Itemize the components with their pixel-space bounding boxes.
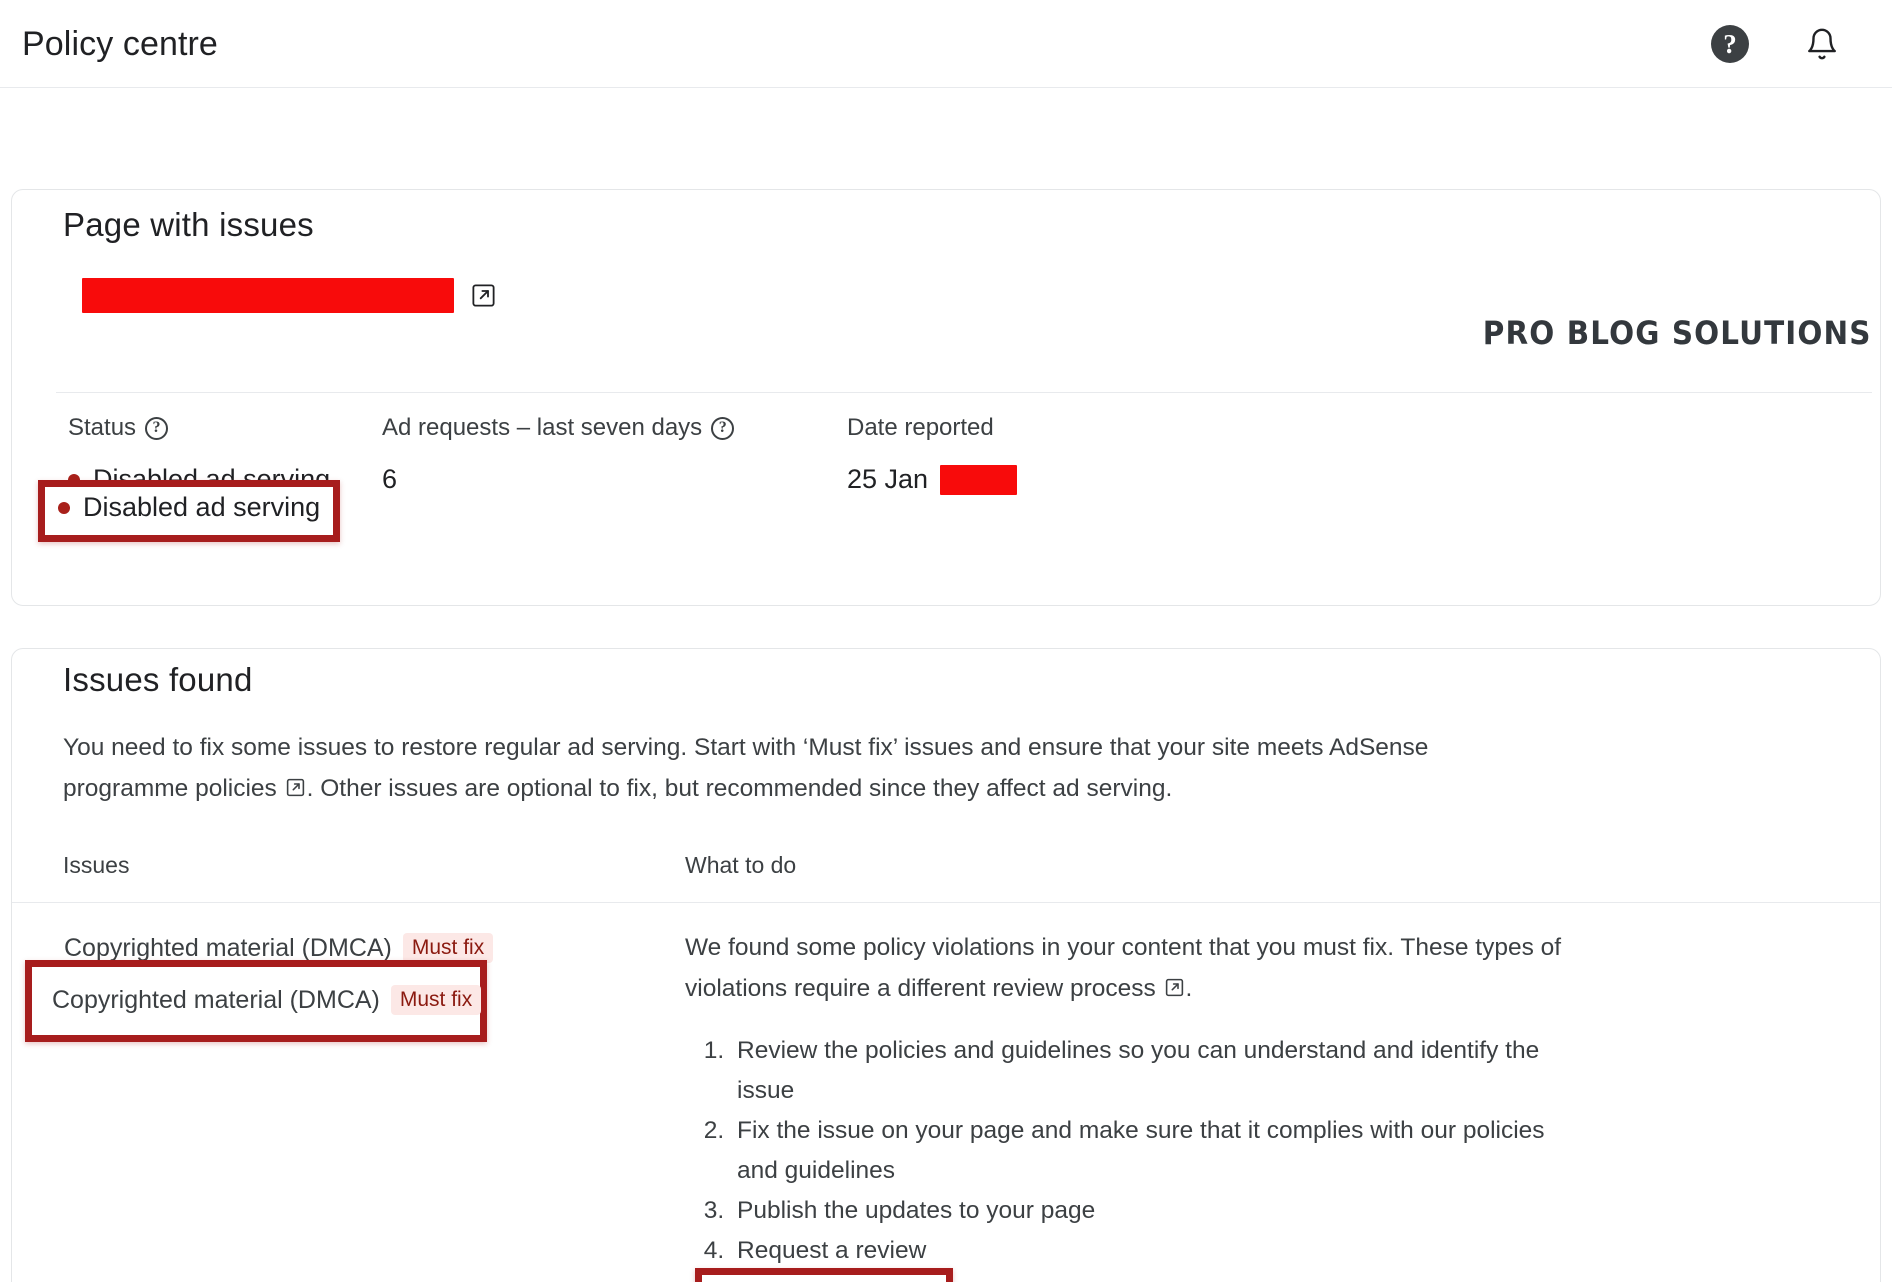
stat-status-label: Status ? xyxy=(68,414,330,442)
page-with-issues-title: Page with issues xyxy=(63,206,314,243)
stat-date-reported-label: Date reported xyxy=(847,414,1017,442)
watermark-text: PRO BLOG SOLUTIONS xyxy=(1483,314,1872,352)
appbar-divider xyxy=(0,87,1892,88)
issue-name-text: Copyrighted material (DMCA) xyxy=(64,933,392,962)
annotation-status-label: Disabled ad serving xyxy=(83,492,321,522)
help-button[interactable]: ? xyxy=(1708,22,1752,66)
what-to-do-cell: We found some policy violations in your … xyxy=(685,827,1685,1271)
page-url-row xyxy=(82,278,497,313)
issues-intro-paragraph: You need to fix some issues to restore r… xyxy=(63,727,1543,809)
step-item: Publish the updates to your page xyxy=(731,1191,1561,1231)
annotation-status-text: Disabled ad serving xyxy=(58,492,320,523)
help-icon-status[interactable]: ? xyxy=(145,416,169,440)
annotation-status-dot xyxy=(58,501,70,514)
redacted-year xyxy=(940,464,1018,495)
page-with-issues-card: Page with issues PRO BLOG SOLUTIONS Stat… xyxy=(11,189,1881,606)
step-item: Review the policies and guidelines so yo… xyxy=(731,1031,1561,1111)
issues-intro-text-2: . Other issues are optional to fix, but … xyxy=(306,775,1173,802)
step-item: Request a review xyxy=(731,1231,1561,1271)
appbar-actions: ? xyxy=(1708,22,1854,66)
stat-ad-requests: Ad requests – last seven days ? 6 xyxy=(382,414,735,495)
stat-date-reported: Date reported 25 Jan xyxy=(847,414,1018,495)
redacted-url xyxy=(82,278,454,313)
stat-date-reported-value-text: 25 Jan xyxy=(847,464,929,494)
must-fix-badge: Must fix xyxy=(402,933,494,963)
column-header-issues: Issues xyxy=(63,852,130,878)
issues-found-title: Issues found xyxy=(63,661,253,698)
app-bar: Policy centre ? xyxy=(0,0,1892,88)
annotation-must-fix-badge: Must fix xyxy=(390,985,482,1015)
external-link-icon-review-process[interactable] xyxy=(1164,977,1185,998)
external-link-icon-policies[interactable] xyxy=(285,777,306,798)
what-to-do-text-1: We found some policy violations in your … xyxy=(685,934,1562,1002)
stat-date-reported-label-text: Date reported xyxy=(847,414,994,441)
policy-centre-page: Policy centre ? Page with issues PRO BLO… xyxy=(0,0,1892,1282)
help-icon-ad-requests[interactable]: ? xyxy=(711,416,735,440)
notifications-button[interactable] xyxy=(1800,22,1844,66)
card-divider xyxy=(56,392,1872,393)
help-icon: ? xyxy=(1711,25,1749,63)
annotation-box-request-review xyxy=(695,1268,953,1282)
annotation-issue-label: Copyrighted material (DMCA) xyxy=(52,985,380,1014)
what-to-do-steps: Review the policies and guidelines so yo… xyxy=(731,1031,1561,1271)
page-title: Policy centre xyxy=(22,25,218,63)
stat-ad-requests-label: Ad requests – last seven days ? xyxy=(382,414,735,442)
external-link-icon[interactable] xyxy=(470,282,497,309)
stat-ad-requests-value: 6 xyxy=(382,464,398,494)
step-item: Fix the issue on your page and make sure… xyxy=(731,1111,1561,1191)
stat-date-reported-value: 25 Jan xyxy=(847,464,1018,495)
issue-name-cell: Copyrighted material (DMCA) Must fix xyxy=(64,933,494,963)
stat-ad-requests-label-text: Ad requests – last seven days xyxy=(382,414,703,441)
what-to-do-paragraph: We found some policy violations in your … xyxy=(685,927,1575,1009)
bell-icon xyxy=(1808,28,1836,60)
stat-status-label-text: Status xyxy=(68,414,137,441)
annotation-issue-text: Copyrighted material (DMCA) Must fix xyxy=(52,985,482,1015)
what-to-do-text-2: . xyxy=(1185,975,1193,1002)
